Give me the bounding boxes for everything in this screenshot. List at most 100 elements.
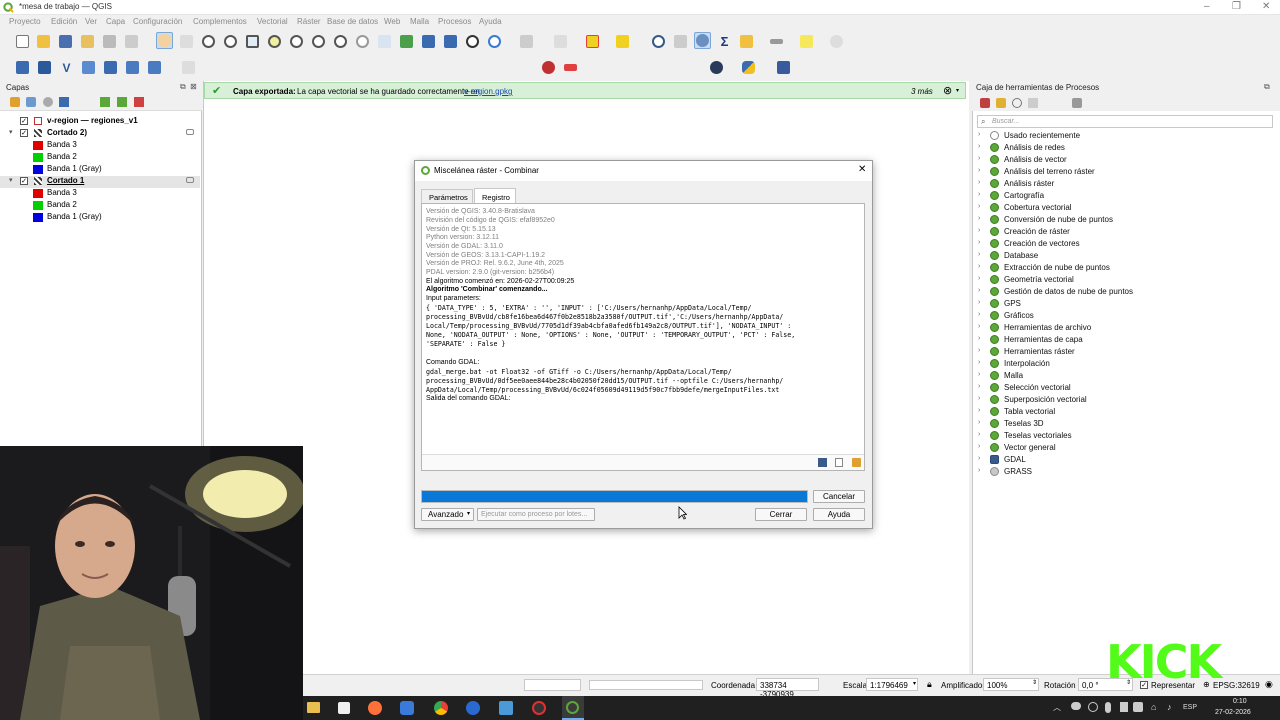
toolbox-item[interactable]: › Análisis ráster — [978, 178, 1268, 190]
scale-field[interactable]: 1:1796469 ▾ — [866, 678, 918, 691]
refresh-icon[interactable] — [486, 33, 503, 50]
close-window-icon[interactable]: ✕ — [1262, 1, 1270, 12]
dialog-close-icon[interactable]: ✕ — [858, 164, 866, 175]
expand-arrow-icon[interactable]: › — [978, 311, 980, 318]
chrome-icon[interactable] — [434, 701, 448, 715]
toolbox-item[interactable]: › Análisis del terreno ráster — [978, 166, 1268, 178]
app-icon[interactable] — [499, 701, 513, 715]
statistics-icon[interactable]: Σ — [716, 33, 733, 50]
save-as-icon[interactable] — [79, 33, 96, 50]
expand-arrow-icon[interactable]: › — [978, 359, 980, 366]
toolbox-item[interactable]: › GRASS — [978, 466, 1268, 478]
toolbox-item[interactable]: › Herramientas de archivo — [978, 322, 1268, 334]
pan-icon[interactable] — [156, 32, 173, 49]
toolbox-item[interactable]: › Gráficos — [978, 310, 1268, 322]
layer-indicator-icon[interactable] — [186, 129, 194, 135]
georeferencer-icon[interactable] — [708, 59, 725, 76]
select-features-icon[interactable] — [552, 33, 569, 50]
toolbox-item[interactable]: › Herramientas de capa — [978, 334, 1268, 346]
filter-icon[interactable] — [59, 97, 69, 107]
expand-arrow-icon[interactable]: › — [978, 239, 980, 246]
layer-checkbox[interactable]: ✓ — [20, 177, 28, 185]
zoom-in-icon[interactable] — [200, 33, 217, 50]
message-close-icon[interactable]: ⊗ — [943, 84, 952, 97]
toolbox-item[interactable]: › Cobertura vectorial — [978, 202, 1268, 214]
expand-arrow-icon[interactable]: › — [978, 167, 980, 174]
panel-float-icon[interactable]: ⧉ — [180, 82, 186, 92]
models-icon[interactable] — [980, 98, 990, 108]
messages-icon[interactable]: ◉ — [1265, 679, 1273, 690]
python-console-icon[interactable] — [740, 59, 757, 76]
expand-arrow-icon[interactable]: › — [978, 335, 980, 342]
save-log-icon[interactable] — [818, 458, 827, 467]
show-bookmarks-icon[interactable] — [442, 33, 459, 50]
menu-malla[interactable]: Malla — [410, 17, 429, 26]
toolbox-item[interactable]: › Malla — [978, 370, 1268, 382]
tray-icon[interactable] — [1088, 702, 1098, 712]
toolbox-item[interactable]: › Usado recientemente — [978, 130, 1268, 142]
toolbox-item[interactable]: › Geometría vectorial — [978, 274, 1268, 286]
zoom-native-icon[interactable] — [310, 33, 327, 50]
expand-arrow-icon[interactable]: › — [978, 143, 980, 150]
toolbox-item[interactable]: › Cartografía — [978, 190, 1268, 202]
toolbox-item[interactable]: › Extracción de nube de puntos — [978, 262, 1268, 274]
expand-arrow-icon[interactable]: › — [978, 395, 980, 402]
menu-vectorial[interactable]: Vectorial — [257, 17, 288, 26]
results-viewer-icon[interactable] — [1028, 98, 1038, 108]
options-icon[interactable] — [1072, 98, 1082, 108]
expand-arrow-icon[interactable]: › — [978, 227, 980, 234]
menu-configuracion[interactable]: Configuración — [133, 17, 182, 26]
language-indicator[interactable]: ESP — [1183, 704, 1197, 711]
data-source-manager-icon[interactable] — [14, 59, 31, 76]
menu-capa[interactable]: Capa — [106, 17, 125, 26]
zoom-next-icon[interactable] — [354, 33, 371, 50]
toolbox-item[interactable]: › Gestión de datos de nube de puntos — [978, 286, 1268, 298]
expand-arrow-icon[interactable]: › — [978, 179, 980, 186]
coord-field[interactable]: 338734 -3790939 — [756, 678, 819, 699]
status-search-box[interactable] — [524, 679, 581, 691]
panel-close-icon[interactable]: ⊠ — [190, 82, 197, 91]
new-geopackage-icon[interactable] — [36, 59, 53, 76]
attribute-table-icon[interactable] — [672, 33, 689, 50]
lock-icon[interactable]: 🔒︎ — [927, 679, 932, 690]
menu-procesos[interactable]: Procesos — [438, 17, 471, 26]
expand-arrow-icon[interactable]: › — [978, 275, 980, 282]
expand-arrow-icon[interactable]: › — [978, 407, 980, 414]
zoom-last-icon[interactable] — [332, 33, 349, 50]
zoom-full-icon[interactable] — [244, 33, 261, 50]
menu-complementos[interactable]: Complementos — [193, 17, 247, 26]
expand-arrow-icon[interactable]: › — [978, 251, 980, 258]
add-vector-icon[interactable] — [146, 59, 163, 76]
layer-checkbox[interactable]: ✓ — [20, 117, 28, 125]
expand-arrow-icon[interactable]: › — [978, 131, 980, 138]
layer-item-selected[interactable]: ▾ ✓ Cortado 1 — [0, 176, 200, 188]
expand-arrow-icon[interactable]: › — [978, 299, 980, 306]
batch-process-button[interactable]: Ejecutar como proceso por lotes... — [477, 508, 595, 521]
new-project-icon[interactable] — [14, 33, 31, 50]
expand-arrow-icon[interactable]: › — [978, 383, 980, 390]
add-wms-icon[interactable] — [124, 59, 141, 76]
qgis-taskbar-button[interactable] — [562, 696, 584, 720]
clock-date[interactable]: 27-02-2026 — [1215, 709, 1251, 716]
expand-arrow-icon[interactable]: › — [978, 419, 980, 426]
label-toolbar-icon[interactable] — [562, 59, 579, 76]
measure-icon[interactable] — [738, 33, 755, 50]
toolbox-search[interactable]: ⌕ Buscar... — [977, 115, 1273, 128]
network-icon[interactable]: ⌂ — [1151, 702, 1156, 712]
open-project-icon[interactable] — [35, 33, 52, 50]
magnifier-field[interactable]: 100% ⇕ — [983, 678, 1039, 691]
store-icon[interactable] — [338, 702, 350, 714]
toolbox-item[interactable]: › GPS — [978, 298, 1268, 310]
layer-checkbox[interactable]: ✓ — [20, 129, 28, 137]
menu-proyecto[interactable]: Proyecto — [9, 17, 41, 26]
expand-arrow-icon[interactable]: › — [978, 467, 980, 474]
expand-arrow-icon[interactable]: › — [978, 431, 980, 438]
history-icon[interactable] — [1012, 98, 1022, 108]
tray-arrow-icon[interactable]: ︿ — [1053, 702, 1061, 713]
expand-arrow-icon[interactable]: › — [978, 191, 980, 198]
print-layout-icon[interactable] — [101, 33, 118, 50]
layer-item[interactable]: ✓ v-region — regiones_v1 — [0, 116, 200, 128]
log-text-area[interactable]: Versión de QGIS: 3.40.8-Bratislava Revis… — [421, 203, 865, 471]
toolbox-item[interactable]: › Creación de vectores — [978, 238, 1268, 250]
expand-arrow-icon[interactable]: › — [978, 203, 980, 210]
